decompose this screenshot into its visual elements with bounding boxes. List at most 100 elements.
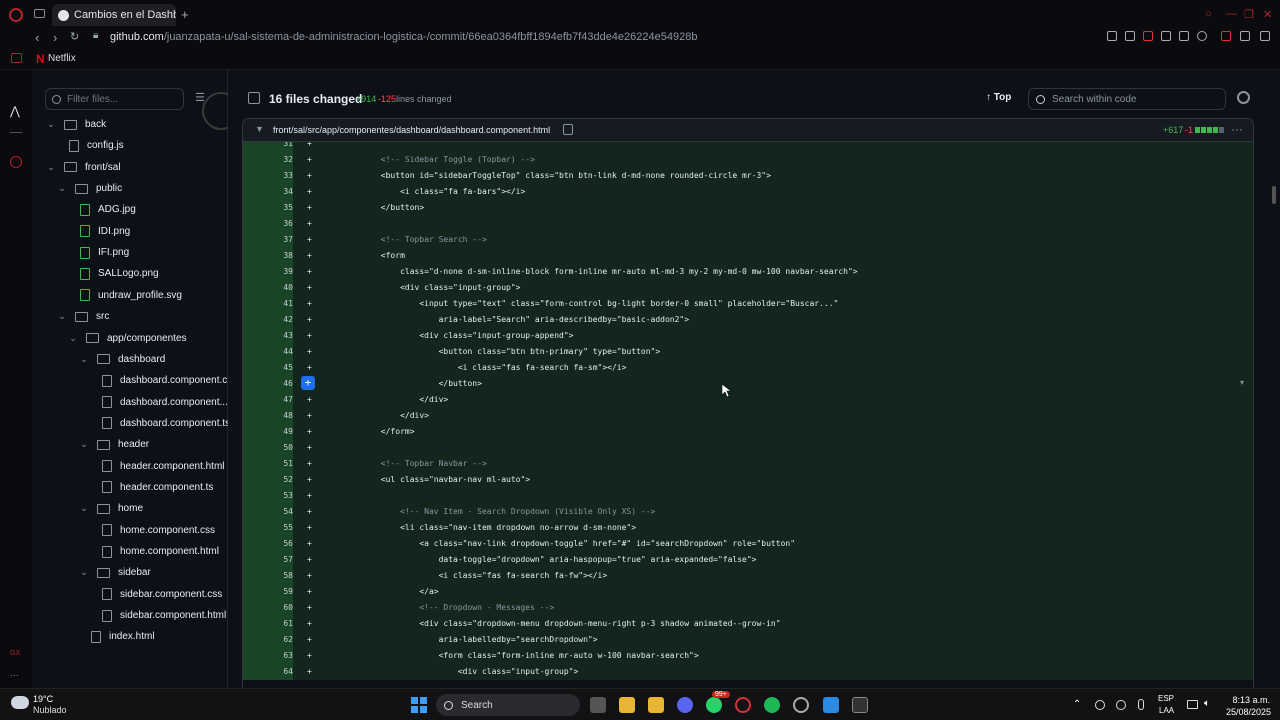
diff-line[interactable]: 50 + xyxy=(243,440,1253,456)
chevron-down-icon[interactable]: ⌄ xyxy=(46,119,56,130)
tray-app-icon[interactable] xyxy=(1116,700,1126,710)
search-icon[interactable]: ○ xyxy=(1205,8,1212,20)
add-comment-button[interactable]: + xyxy=(301,376,315,390)
tree-file[interactable]: index.html xyxy=(91,626,155,647)
line-number[interactable]: 54 xyxy=(243,504,293,520)
line-number[interactable]: 53 xyxy=(243,488,293,504)
chevron-down-icon[interactable]: ⌄ xyxy=(79,567,89,578)
terminal-icon[interactable] xyxy=(852,697,868,713)
tree-folder[interactable]: ⌄ back xyxy=(46,114,106,135)
search-within-code-field[interactable] xyxy=(1028,88,1226,110)
store-icon[interactable] xyxy=(648,697,664,713)
chevron-down-icon[interactable]: ⌄ xyxy=(79,354,89,365)
tree-file[interactable]: sidebar.component.html xyxy=(102,605,226,626)
diff-line[interactable]: 54 + <!-- Nav Item - Search Dropdown (Vis… xyxy=(243,504,1253,520)
filter-files-field[interactable] xyxy=(45,88,184,110)
tree-file[interactable]: ADG.jpg xyxy=(80,199,136,220)
top-button[interactable]: ↑ Top xyxy=(986,92,1011,103)
tree-file[interactable]: sidebar.component.css xyxy=(102,584,222,605)
history-icon[interactable] xyxy=(10,156,22,168)
opera-gx-icon[interactable] xyxy=(735,697,751,713)
chevron-down-icon[interactable]: ⌄ xyxy=(79,503,89,514)
tree-file[interactable]: SALLogo.png xyxy=(80,263,159,284)
file-explorer-icon[interactable] xyxy=(619,697,635,713)
play-icon[interactable] xyxy=(1179,31,1189,41)
line-number[interactable]: 37 xyxy=(243,232,293,248)
line-number[interactable]: 38 xyxy=(243,248,293,264)
tree-folder[interactable]: ⌄ src xyxy=(57,306,109,327)
line-number[interactable]: 49 xyxy=(243,424,293,440)
line-number[interactable]: 52 xyxy=(243,472,293,488)
tray-chevron-icon[interactable]: ⌃ xyxy=(1073,699,1081,710)
network-icon[interactable] xyxy=(1187,700,1198,709)
download-icon[interactable] xyxy=(1240,31,1250,41)
collapse-chevron-icon[interactable]: ▼ xyxy=(255,124,264,134)
line-number[interactable]: 32 xyxy=(243,152,293,168)
diff-line[interactable]: 53 + xyxy=(243,488,1253,504)
scrollbar[interactable] xyxy=(1272,186,1276,204)
volume-icon[interactable]: 🔈︎ xyxy=(1204,698,1210,709)
weather-temp[interactable]: 19°C xyxy=(33,694,53,704)
diff-line[interactable]: 36 + xyxy=(243,216,1253,232)
line-number[interactable]: 58 xyxy=(243,568,293,584)
weather-description[interactable]: Nublado xyxy=(33,705,67,715)
file-path[interactable]: front/sal/src/app/componentes/dashboard/… xyxy=(273,125,550,135)
diff-line[interactable]: 43 + <div class="input-group-append"> xyxy=(243,328,1253,344)
tree-file[interactable]: IFI.png xyxy=(80,242,129,263)
diff-line[interactable]: 64 + <div class="input-group"> xyxy=(243,664,1253,680)
tab-manager-icon[interactable] xyxy=(34,9,45,18)
line-number[interactable]: 34 xyxy=(243,184,293,200)
line-number[interactable]: 41 xyxy=(243,296,293,312)
line-number[interactable]: 31 xyxy=(243,142,293,152)
line-number[interactable]: 63 xyxy=(243,648,293,664)
tree-file[interactable]: IDI.png xyxy=(80,221,130,242)
forward-icon[interactable]: › xyxy=(53,30,57,45)
more-icon[interactable]: ··· xyxy=(10,670,22,682)
tree-file[interactable]: dashboard.component.c... xyxy=(102,370,236,391)
speed-dial-icon[interactable] xyxy=(11,53,22,63)
aria-icon[interactable]: ⋀ xyxy=(10,104,22,118)
microphone-icon[interactable] xyxy=(1138,699,1144,710)
line-number[interactable]: 33 xyxy=(243,168,293,184)
tree-folder[interactable]: ⌄ app/componentes xyxy=(68,328,186,349)
diff-line[interactable]: 52 + <ul class="navbar-nav ml-auto"> xyxy=(243,472,1253,488)
line-number[interactable]: 42 xyxy=(243,312,293,328)
line-number[interactable]: 59 xyxy=(243,584,293,600)
minimize-button[interactable]: — xyxy=(1226,8,1237,20)
chevron-down-icon[interactable]: ⌄ xyxy=(57,311,67,322)
spotify-icon[interactable] xyxy=(764,697,780,713)
tree-file[interactable]: undraw_profile.svg xyxy=(80,285,182,306)
line-number[interactable]: 50 xyxy=(243,440,293,456)
diff-line[interactable]: 44 + <button class="btn btn-primary" type… xyxy=(243,344,1253,360)
back-icon[interactable]: ‹ xyxy=(35,30,39,45)
diff-line[interactable]: 61 + <div class="dropdown-menu dropdown-m… xyxy=(243,616,1253,632)
diff-line[interactable]: 40 + <div class="input-group"> xyxy=(243,280,1253,296)
snapshot-icon[interactable] xyxy=(1125,31,1135,41)
steam-icon[interactable] xyxy=(793,697,809,713)
start-button[interactable] xyxy=(411,697,427,713)
tree-folder[interactable]: ⌄ sidebar xyxy=(79,562,151,583)
netflix-bookmark[interactable]: Netflix xyxy=(48,53,76,64)
diff-line[interactable]: 31 + xyxy=(243,142,1253,152)
vscode-icon[interactable] xyxy=(823,697,839,713)
tree-file[interactable]: home.component.html xyxy=(102,541,219,562)
language-secondary[interactable]: LAA xyxy=(1159,706,1174,715)
diff-line[interactable]: 33 + <button id="sidebarToggleTop" class=… xyxy=(243,168,1253,184)
diff-line[interactable]: 42 + aria-label="Search" aria-describedby… xyxy=(243,312,1253,328)
diff-line[interactable]: 62 + aria-labelledby="searchDropdown"> xyxy=(243,632,1253,648)
diff-line[interactable]: 57 + data-toggle="dropdown" aria-haspopup… xyxy=(243,552,1253,568)
line-number[interactable]: 60 xyxy=(243,600,293,616)
line-number[interactable]: 51 xyxy=(243,456,293,472)
copy-icon[interactable] xyxy=(563,124,573,135)
line-number[interactable]: 46 xyxy=(243,376,293,392)
diff-line[interactable]: 37 + <!-- Topbar Search --> xyxy=(243,232,1253,248)
gear-icon[interactable] xyxy=(1237,91,1250,104)
diff-line[interactable]: 39 + class="d-none d-sm-inline-block form… xyxy=(243,264,1253,280)
expand-icon[interactable]: ▾ xyxy=(1240,378,1244,387)
diff-line[interactable]: 41 + <input type="text" class="form-contr… xyxy=(243,296,1253,312)
line-number[interactable]: 48 xyxy=(243,408,293,424)
line-number[interactable]: 36 xyxy=(243,216,293,232)
filter-files-input[interactable] xyxy=(67,93,177,105)
task-view-icon[interactable] xyxy=(590,697,606,713)
chevron-down-icon[interactable]: ⌄ xyxy=(57,183,67,194)
